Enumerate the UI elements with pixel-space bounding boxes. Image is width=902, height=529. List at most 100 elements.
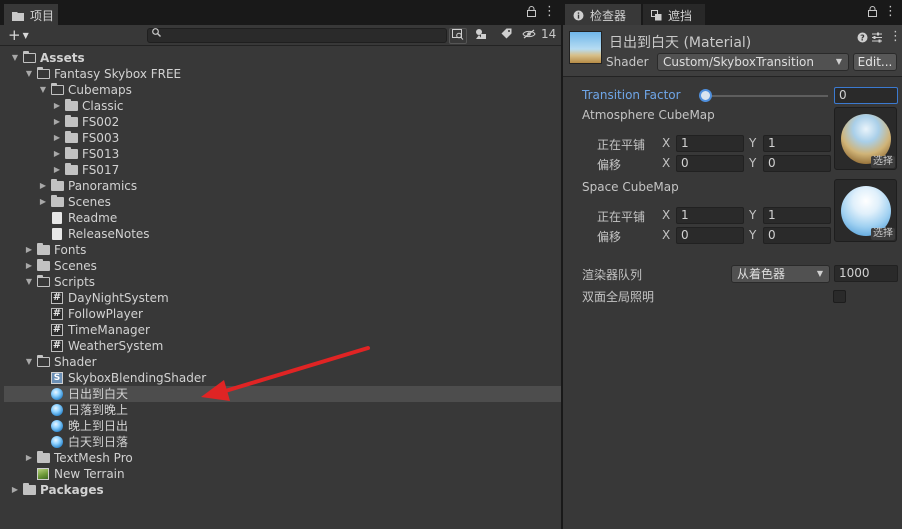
transition-factor-slider-handle[interactable] (699, 89, 712, 102)
tree-item-weathersystem[interactable]: # WeatherSystem (4, 338, 561, 354)
tree-item-timemanager[interactable]: # TimeManager (4, 322, 561, 338)
tree-item-fantasy-skybox-free[interactable]: ▼ Fantasy Skybox FREE (4, 66, 561, 82)
space-tiling-y-field[interactable]: 1 (763, 207, 831, 224)
inspector-tab-bar: 检查器 遮挡 ⋮ (563, 0, 902, 25)
inspector-more-icon[interactable]: ⋮ (884, 4, 897, 19)
search-icon (152, 27, 161, 40)
tab-inspector[interactable]: 检查器 (565, 4, 641, 25)
double-sided-gi-checkbox[interactable] (833, 290, 846, 303)
more-options-icon[interactable]: ⋮ (543, 4, 556, 19)
render-queue-label: 渲染器队列 (582, 268, 643, 282)
tree-item-item[interactable]: 白天到日落 (4, 434, 561, 450)
folder-open-icon (36, 274, 50, 288)
chevron-right-icon[interactable]: ▶ (38, 194, 48, 210)
tree-item-shader[interactable]: ▼ Shader (4, 354, 561, 370)
folder-open-icon (22, 50, 36, 64)
chevron-down-icon[interactable]: ▼ (24, 274, 34, 290)
tree-item-new-terrain[interactable]: New Terrain (4, 466, 561, 482)
atmosphere-tiling-x-field[interactable]: 1 (676, 135, 744, 152)
space-offset-x-field[interactable]: 0 (676, 227, 744, 244)
tree-item-item[interactable]: 晚上到日出 (4, 418, 561, 434)
chevron-down-icon[interactable]: ▼ (10, 50, 20, 66)
tree-item-daynightsystem[interactable]: # DayNightSystem (4, 290, 561, 306)
search-input[interactable] (147, 28, 447, 43)
folder-icon (51, 195, 64, 208)
render-queue-dropdown-value: 从着色器 (737, 267, 786, 281)
tree-item-packages[interactable]: ▶ Packages (4, 482, 561, 498)
chevron-right-icon[interactable]: ▶ (52, 146, 62, 162)
tree-item-readme[interactable]: Readme (4, 210, 561, 226)
preset-icon[interactable] (871, 32, 883, 46)
atmosphere-cubemap-label: Atmosphere CubeMap (582, 108, 715, 122)
chevron-right-icon[interactable]: ▶ (24, 450, 34, 466)
chevron-right-icon[interactable]: ▶ (52, 130, 62, 146)
chevron-right-icon[interactable]: ▶ (52, 114, 62, 130)
render-queue-field[interactable]: 1000 (834, 265, 898, 282)
transition-factor-slider-track[interactable] (705, 95, 828, 97)
filter-by-label-icon[interactable] (497, 28, 515, 44)
tab-occlusion[interactable]: 遮挡 (643, 4, 705, 25)
atmosphere-offset-x-field[interactable]: 0 (676, 155, 744, 172)
tree-item-item[interactable]: 日出到白天 (4, 386, 561, 402)
tree-item-assets[interactable]: ▼ Assets (4, 50, 561, 66)
tab-project[interactable]: 项目 (4, 4, 58, 25)
tree-item-panoramics[interactable]: ▶ Panoramics (4, 178, 561, 194)
tree-item-scenes[interactable]: ▶ Scenes (4, 258, 561, 274)
tab-project-label: 项目 (30, 9, 55, 23)
tree-item-releasenotes[interactable]: ReleaseNotes (4, 226, 561, 242)
chevron-down-icon[interactable]: ▼ (38, 82, 48, 98)
help-icon[interactable]: ? (857, 32, 868, 46)
hidden-packages-count: 14 (541, 27, 557, 41)
folder-icon (23, 483, 36, 496)
tree-item-followplayer[interactable]: # FollowPlayer (4, 306, 561, 322)
chevron-right-icon[interactable]: ▶ (10, 482, 20, 498)
tree-item-skyboxblendingshader[interactable]: S SkyboxBlendingShader (4, 370, 561, 386)
chevron-right-icon[interactable]: ▶ (38, 178, 48, 194)
filter-by-type-icon[interactable] (472, 28, 490, 44)
tree-item-fs003[interactable]: ▶ FS003 (4, 130, 561, 146)
tree-item-label: Scenes (54, 259, 97, 273)
chevron-right-icon[interactable]: ▶ (52, 98, 62, 114)
tree-item-scenes[interactable]: ▶ Scenes (4, 194, 561, 210)
atmosphere-offset-y-field[interactable]: 0 (763, 155, 831, 172)
project-toolbar: + ▼ 14 (0, 25, 561, 46)
render-queue-dropdown[interactable]: 从着色器 ▼ (731, 265, 830, 283)
tree-item-scripts[interactable]: ▼ Scripts (4, 274, 561, 290)
hidden-packages-icon[interactable] (522, 28, 536, 44)
chevron-down-icon[interactable]: ▼ (24, 66, 34, 82)
tree-item-fs017[interactable]: ▶ FS017 (4, 162, 561, 178)
shader-dropdown[interactable]: Custom/SkyboxTransition ▼ (657, 53, 849, 71)
tree-item-fonts[interactable]: ▶ Fonts (4, 242, 561, 258)
chevron-right-icon[interactable]: ▶ (52, 162, 62, 178)
tree-item-label: FS017 (82, 163, 120, 177)
tree-item-item[interactable]: 日落到晚上 (4, 402, 561, 418)
folder-icon (65, 147, 78, 160)
material-title: 日出到白天 (Material) (609, 35, 752, 51)
tree-item-fs002[interactable]: ▶ FS002 (4, 114, 561, 130)
space-select-button[interactable]: 选择 (871, 228, 895, 240)
chevron-right-icon[interactable]: ▶ (24, 258, 34, 274)
space-texture-slot[interactable]: 选择 (834, 179, 897, 242)
material-icon (51, 388, 64, 400)
lock-icon[interactable] (527, 6, 536, 20)
svg-text:?: ? (860, 34, 865, 43)
tree-item-fs013[interactable]: ▶ FS013 (4, 146, 561, 162)
tree-item-cubemaps[interactable]: ▼ Cubemaps (4, 82, 561, 98)
chevron-right-icon[interactable]: ▶ (24, 242, 34, 258)
atmosphere-texture-slot[interactable]: 选择 (834, 107, 897, 170)
transition-factor-field[interactable]: 0 (834, 87, 898, 104)
edit-shader-button[interactable]: Edit... (853, 53, 897, 71)
tree-item-textmesh-pro[interactable]: ▶ TextMesh Pro (4, 450, 561, 466)
space-offset-y-field[interactable]: 0 (763, 227, 831, 244)
atmosphere-select-button[interactable]: 选择 (871, 156, 895, 168)
atmosphere-tiling-y-field[interactable]: 1 (763, 135, 831, 152)
folder-open-icon (36, 66, 50, 80)
create-menu-button[interactable]: + ▼ (8, 26, 29, 45)
search-by-type-icon[interactable] (449, 28, 467, 44)
space-tiling-x-field[interactable]: 1 (676, 207, 744, 224)
chevron-down-icon[interactable]: ▼ (24, 354, 34, 370)
inspector-lock-icon[interactable] (868, 6, 877, 20)
space-offset-x-label: X (662, 228, 671, 242)
tree-item-classic[interactable]: ▶ Classic (4, 98, 561, 114)
component-menu-icon[interactable]: ⋮ (889, 29, 902, 44)
